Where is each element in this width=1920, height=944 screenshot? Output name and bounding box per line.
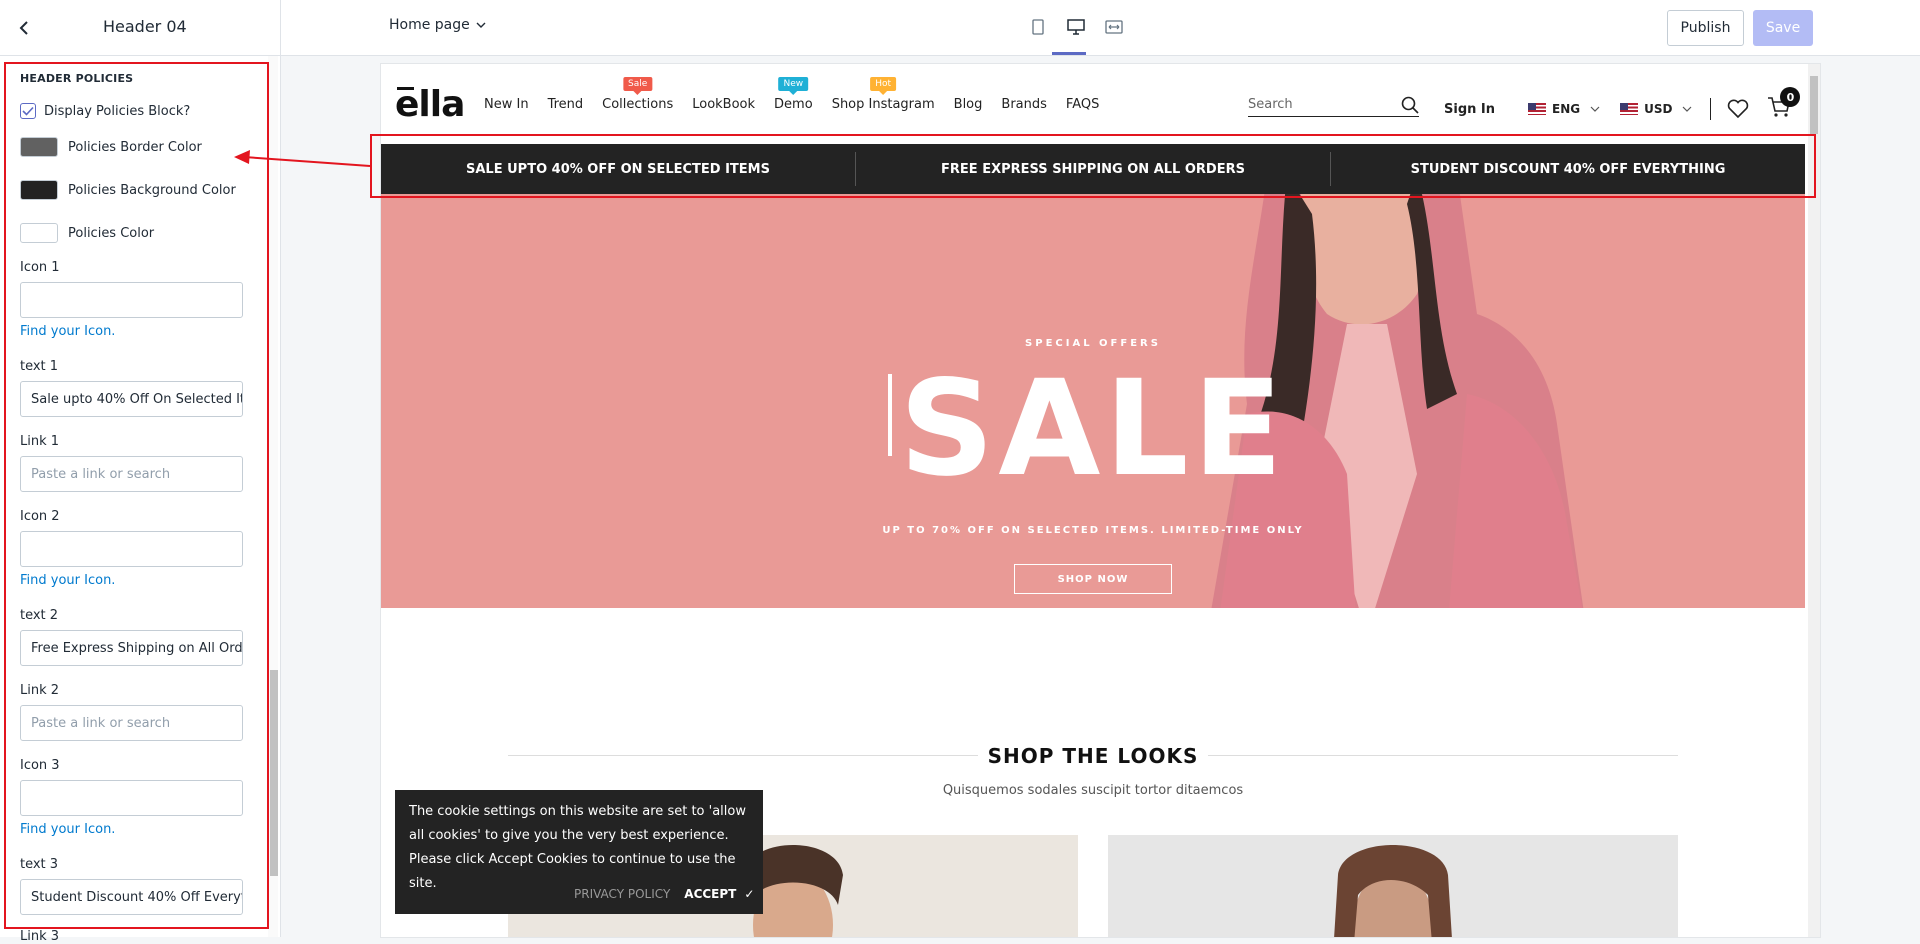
nav-item-label: Demo xyxy=(774,97,813,112)
nav-item-label: New In xyxy=(484,97,529,112)
preview-scroll-thumb[interactable] xyxy=(1810,76,1818,134)
cookie-actions: PRIVACY POLICY ACCEPT ✓ xyxy=(574,882,754,906)
look-model-image xyxy=(1334,845,1452,937)
heart-icon[interactable] xyxy=(1727,99,1749,119)
chevron-down-icon xyxy=(1683,106,1692,112)
cookie-banner: The cookie settings on this website are … xyxy=(395,790,763,914)
hero-title: SALE xyxy=(899,352,1287,506)
section-title: Header 04 xyxy=(103,17,187,36)
accept-cookies-button[interactable]: ACCEPT ✓ xyxy=(684,882,754,906)
annotation-sidebar-box xyxy=(4,62,269,929)
search-placeholder: Search xyxy=(1248,97,1293,112)
nav-item[interactable]: New In xyxy=(484,97,529,112)
nav-badge: New xyxy=(778,77,809,95)
language-selector[interactable]: ENG xyxy=(1528,102,1600,116)
page-selector[interactable]: Home page xyxy=(389,17,486,33)
fullscreen-view-button[interactable] xyxy=(1101,14,1127,40)
hero-banner: SPECIAL OFFERS SALE UP TO 70% OFF ON SEL… xyxy=(381,194,1805,608)
device-active-indicator xyxy=(1052,52,1086,55)
chevron-down-icon xyxy=(1590,106,1600,112)
nav-item[interactable]: Demo New xyxy=(774,77,813,112)
search-icon[interactable] xyxy=(1401,96,1419,114)
chevron-left-icon xyxy=(19,21,28,35)
cart-button[interactable]: 0 xyxy=(1767,87,1801,122)
nav-item[interactable]: Shop Instagram Hot xyxy=(831,77,935,112)
store-logo[interactable]: ella xyxy=(395,84,465,125)
nav-item-label: LookBook xyxy=(692,97,756,112)
fullwidth-icon xyxy=(1105,20,1123,34)
look-card[interactable] xyxy=(1108,835,1678,937)
nav-item[interactable]: Brands xyxy=(1001,97,1047,112)
language-label: ENG xyxy=(1552,102,1581,116)
us-flag-icon xyxy=(1620,103,1639,115)
back-button[interactable] xyxy=(10,14,38,42)
nav-item[interactable]: Blog xyxy=(954,97,983,112)
nav-item-label: Trend xyxy=(547,97,584,112)
hero-subtitle: UP TO 70% OFF ON SELECTED ITEMS. LIMITED… xyxy=(882,525,1304,536)
sign-in-link[interactable]: Sign In xyxy=(1444,102,1495,117)
nav-item[interactable]: Collections Sale xyxy=(602,77,674,112)
main-nav: New In Trend Collections Sale LookBook Demo Ne… xyxy=(484,77,1118,112)
nav-item[interactable]: Trend xyxy=(548,97,584,112)
nav-item-label: Shop Instagram xyxy=(831,97,935,112)
sidebar-divider xyxy=(280,0,281,937)
search-input[interactable]: Search xyxy=(1248,93,1419,117)
checkmark-icon: ✓ xyxy=(744,887,755,901)
nav-badge: Sale xyxy=(623,77,653,95)
device-switcher xyxy=(1025,14,1127,40)
currency-selector[interactable]: USD xyxy=(1620,102,1692,116)
mobile-icon xyxy=(1032,19,1044,35)
publish-button[interactable]: Publish xyxy=(1667,10,1744,46)
looks-heading: SHOP THE LOOKS xyxy=(987,744,1199,768)
page-selector-label: Home page xyxy=(389,17,470,33)
nav-item-label: Collections xyxy=(602,97,674,112)
accept-label: ACCEPT xyxy=(684,887,737,901)
header-divider xyxy=(1710,98,1712,120)
currency-label: USD xyxy=(1644,102,1673,116)
annotation-policies-box xyxy=(370,134,1816,198)
privacy-policy-link[interactable]: PRIVACY POLICY xyxy=(574,882,670,906)
editor-topbar: Header 04 Home page Publish Save xyxy=(0,0,1920,56)
nav-item-label: Brands xyxy=(1001,97,1047,112)
nav-badge: Hot xyxy=(870,77,897,95)
desktop-icon xyxy=(1067,19,1085,35)
chevron-down-icon xyxy=(476,22,486,28)
nav-item[interactable]: LookBook xyxy=(692,97,755,112)
desktop-view-button[interactable] xyxy=(1063,14,1089,40)
mobile-view-button[interactable] xyxy=(1025,14,1051,40)
save-button[interactable]: Save xyxy=(1753,10,1813,46)
shop-now-button[interactable]: SHOP NOW xyxy=(1014,564,1172,594)
header-actions: Sign In ENG USD 0 xyxy=(1444,87,1801,122)
us-flag-icon xyxy=(1528,103,1546,115)
nav-item-label: FAQS xyxy=(1065,97,1100,112)
hero-kicker: SPECIAL OFFERS xyxy=(1025,338,1161,349)
cart-count-badge: 0 xyxy=(1780,87,1801,107)
nav-item[interactable]: FAQS xyxy=(1066,97,1099,112)
sidebar-scroll-thumb[interactable] xyxy=(270,670,278,876)
nav-item-label: Blog xyxy=(953,97,983,112)
